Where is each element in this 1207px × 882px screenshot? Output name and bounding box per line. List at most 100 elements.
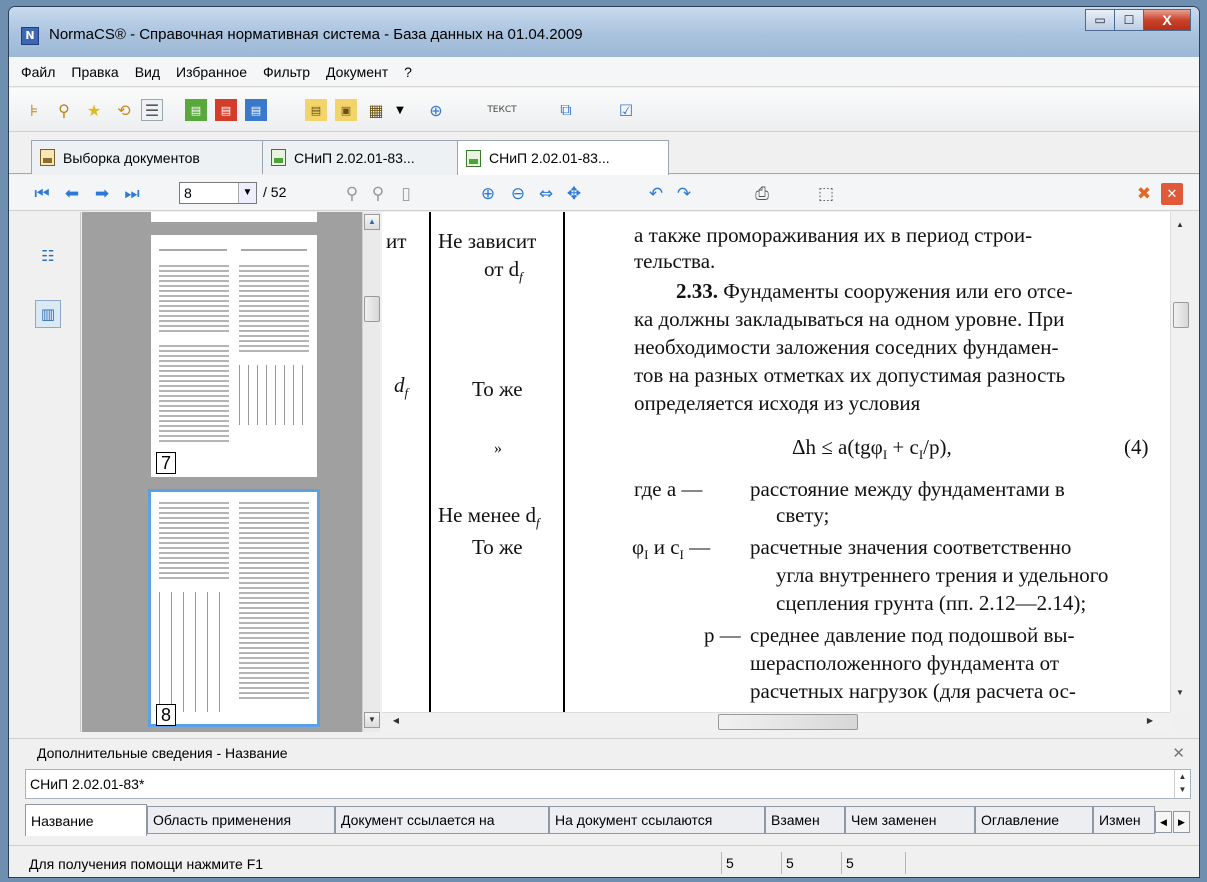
page-number-select[interactable]: 8 ▼ <box>179 182 257 204</box>
fit-width-icon[interactable]: ⇔ <box>535 183 557 205</box>
tab-contents[interactable]: Оглавление <box>975 806 1093 834</box>
doc-yellow-icon[interactable]: ▤ <box>305 99 327 121</box>
find-previous-icon[interactable]: ⚲ <box>341 183 363 205</box>
document-viewer[interactable]: ит df Не зависит от df То же » Не менее … <box>382 212 1170 712</box>
history-icon[interactable]: ⟲ <box>113 99 135 121</box>
scroll-down-icon[interactable]: ▼ <box>1172 686 1188 702</box>
find-next-icon[interactable]: ⚲ <box>367 183 389 205</box>
close-all-icon[interactable]: ✕ <box>1161 183 1183 205</box>
table-cell: df <box>394 373 409 401</box>
document-horizontal-scrollbar[interactable]: ◀ ▶ <box>382 712 1170 732</box>
rotate-left-icon[interactable]: ↶ <box>645 183 667 205</box>
tab-referenced-by[interactable]: На документ ссылаются <box>549 806 765 834</box>
info-panel-header: Дополнительные сведения - Название ✕ <box>9 738 1199 766</box>
tab-name[interactable]: Название <box>25 804 147 836</box>
tree-icon[interactable]: ⊧ <box>23 99 45 121</box>
text-line: ка должны закладываться на одном уровне.… <box>634 307 1065 331</box>
chevron-down-icon[interactable]: ▼ <box>238 183 256 203</box>
menu-view[interactable]: Вид <box>129 60 166 84</box>
first-page-icon[interactable]: ⏮ <box>31 183 53 205</box>
tab-scroll-right-icon[interactable]: ▶ <box>1173 811 1190 833</box>
thumbnails-view-icon[interactable]: ▥ <box>35 300 61 328</box>
contents-view-icon[interactable]: ☷ <box>35 242 61 270</box>
maximize-button[interactable]: ☐ <box>1114 9 1144 31</box>
text-line: расчетные значения соответственно <box>750 535 1072 559</box>
tab-scope[interactable]: Область применения <box>147 806 335 834</box>
where-term: p — <box>704 623 741 647</box>
scroll-right-icon[interactable]: ▶ <box>1142 714 1158 730</box>
close-button[interactable]: X <box>1143 9 1191 31</box>
scroll-down-icon[interactable]: ▼ <box>364 712 380 728</box>
scroll-up-icon[interactable]: ▲ <box>364 214 380 230</box>
text-line: среднее давление под подошвой вы- <box>750 623 1075 647</box>
tab-replaces[interactable]: Взамен <box>765 806 845 834</box>
doc-red-icon[interactable]: ▤ <box>215 99 237 121</box>
menu-filter[interactable]: Фильтр <box>257 60 316 84</box>
fit-page-icon[interactable]: ✥ <box>563 183 585 205</box>
menu-favorites[interactable]: Избранное <box>170 60 253 84</box>
page-icon[interactable]: ▯ <box>395 183 417 205</box>
doc-properties-icon[interactable]: ▦ <box>365 99 387 121</box>
thumbnail-scrollbar[interactable]: ▲ ▼ <box>362 212 380 732</box>
menu-edit[interactable]: Правка <box>65 60 124 84</box>
info-value: СНиП 2.02.01-83* <box>30 776 145 792</box>
status-cell: 5 <box>781 852 839 874</box>
doc-green-icon[interactable]: ▤ <box>185 99 207 121</box>
zoom-in-icon[interactable]: ⊕ <box>477 183 499 205</box>
menu-document[interactable]: Документ <box>320 60 394 84</box>
next-page-icon[interactable]: ➡ <box>91 183 113 205</box>
text-line: шерасположенного фундамента от <box>750 651 1060 675</box>
navigation-toolbar: ⏮ ⬅ ➡ ⏭ 8 ▼ / 52 ⚲ ⚲ ▯ ⊕ ⊖ ⇔ ✥ ↶ ↷ ⎙ ⬚ ✖… <box>9 175 1199 211</box>
thumbnail-page-6[interactable] <box>151 212 317 222</box>
hierarchy-add-icon[interactable]: ⊕ <box>425 99 447 121</box>
thumbnail-page-8[interactable] <box>148 489 320 727</box>
tab-document-selection[interactable]: Выборка документов <box>31 140 263 174</box>
spin-icon[interactable]: ▲ ▼ <box>1174 770 1190 798</box>
scroll-up-icon[interactable]: ▲ <box>1172 218 1188 234</box>
print-icon[interactable]: ⎙ <box>751 183 773 205</box>
favorites-star-icon[interactable]: ★ <box>83 99 105 121</box>
dropdown-arrow-icon[interactable]: ▼ <box>389 99 411 121</box>
scroll-left-icon[interactable]: ◀ <box>388 714 404 730</box>
scroll-thumb[interactable] <box>1173 302 1189 328</box>
thumbnail-page-7[interactable] <box>151 235 317 477</box>
where-term: где a — <box>634 477 703 501</box>
previous-page-icon[interactable]: ⬅ <box>61 183 83 205</box>
doc-blue-icon[interactable]: ▤ <box>245 99 267 121</box>
tab-snip-1[interactable]: СНиП 2.02.01-83... <box>262 140 458 174</box>
rotate-right-icon[interactable]: ↷ <box>673 183 695 205</box>
last-page-icon[interactable]: ⏭ <box>121 183 143 205</box>
list-view-icon[interactable]: ☰ <box>141 99 163 121</box>
doc-copy-icon[interactable]: ▣ <box>335 99 357 121</box>
text-line: тов на разных отметках их допустимая раз… <box>634 363 1066 387</box>
document-vertical-scrollbar[interactable]: ▲ ▼ <box>1170 212 1191 712</box>
scroll-thumb[interactable] <box>364 296 380 322</box>
close-icon[interactable]: ✕ <box>1172 744 1185 762</box>
tab-references[interactable]: Документ ссылается на <box>335 806 549 834</box>
table-cell: Не менее df <box>438 503 540 531</box>
tab-changes[interactable]: Измен <box>1093 806 1155 834</box>
text-icon[interactable]: ТЕКСТ <box>485 99 519 121</box>
tab-scroll-left-icon[interactable]: ◀ <box>1155 811 1172 833</box>
text-line: а также промораживания их в период строи… <box>634 223 1033 247</box>
thumbnail-page-number: 8 <box>156 704 176 726</box>
compare-icon[interactable]: ⧉ <box>555 99 577 121</box>
select-area-icon[interactable]: ⬚ <box>815 183 837 205</box>
info-value-field[interactable]: СНиП 2.02.01-83* ▲ ▼ <box>25 769 1191 799</box>
tab-snip-2[interactable]: СНиП 2.02.01-83... <box>457 140 669 175</box>
check-doc-icon[interactable]: ☑ <box>615 99 637 121</box>
table-cell: То же <box>472 535 523 559</box>
scroll-thumb[interactable] <box>718 714 858 730</box>
tab-replaced-by[interactable]: Чем заменен <box>845 806 975 834</box>
window-title: NormaCS® - Справочная нормативная систем… <box>49 26 583 43</box>
title-bar[interactable]: N NormaCS® - Справочная нормативная сист… <box>9 7 1199 57</box>
search-binoculars-icon[interactable]: ⚲ <box>53 99 75 121</box>
menu-file[interactable]: Файл <box>15 60 61 84</box>
menu-help[interactable]: ? <box>398 60 418 84</box>
zoom-out-icon[interactable]: ⊖ <box>507 183 529 205</box>
thumbnail-pane: 7 8 <box>82 212 362 732</box>
minimize-button[interactable]: ▭ <box>1085 9 1115 31</box>
close-document-icon[interactable]: ✖ <box>1133 183 1155 205</box>
main-toolbar: ⊧ ⚲ ★ ⟲ ☰ ▤ ▤ ▤ ▤ ▣ ▦ ▼ ⊕ ТЕКСТ ⧉ ☑ <box>9 88 1199 132</box>
text-line: расчетных нагрузок (для расчета ос- <box>750 679 1076 703</box>
